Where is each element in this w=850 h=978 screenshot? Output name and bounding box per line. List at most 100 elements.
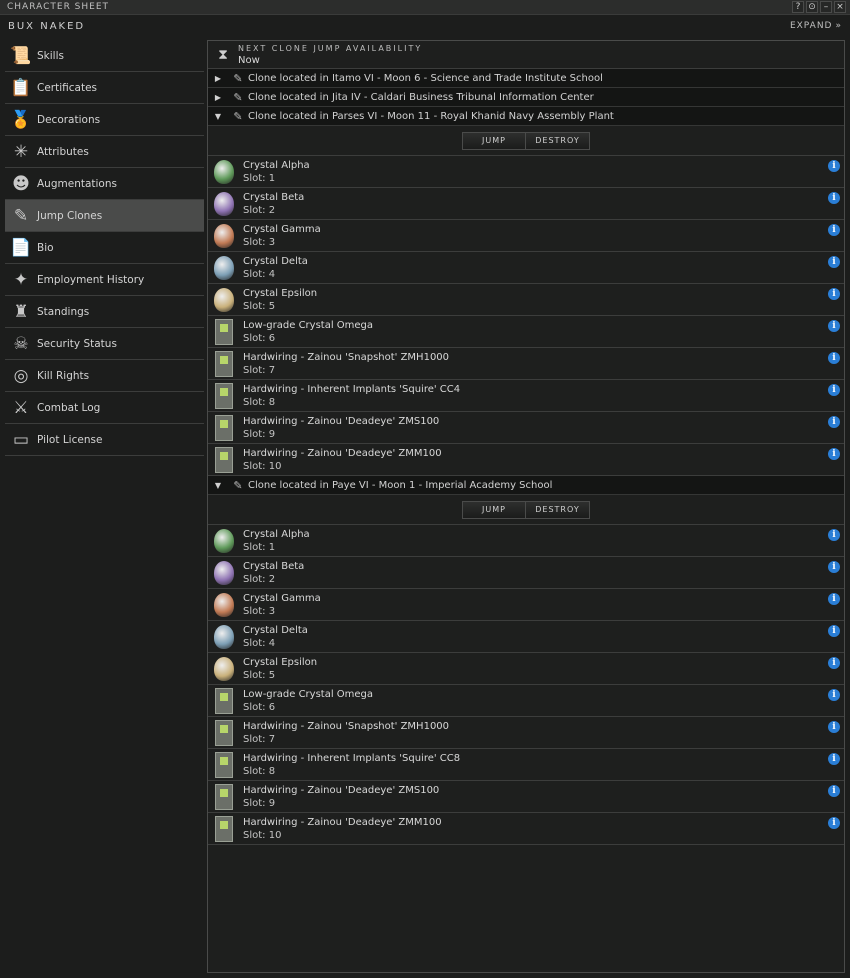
- sidebar-item-combat-log[interactable]: ⚔ Combat Log: [5, 392, 204, 424]
- sidebar-item-label: Augmentations: [37, 177, 117, 190]
- sidebar-item-label: Jump Clones: [37, 209, 103, 222]
- implant-row: Hardwiring - Inherent Implants 'Squire' …: [208, 749, 844, 781]
- sidebar-item-employment-history[interactable]: ✦ Employment History: [5, 264, 204, 296]
- destroy-button[interactable]: DESTROY: [526, 131, 590, 150]
- info-icon[interactable]: i: [828, 561, 840, 573]
- implant-text: Crystal Gamma Slot: 3: [243, 592, 321, 618]
- destroy-button[interactable]: DESTROY: [526, 500, 590, 519]
- info-icon[interactable]: i: [828, 448, 840, 460]
- implant-text: Hardwiring - Zainou 'Snapshot' ZMH1000 Sl…: [243, 720, 449, 746]
- info-icon[interactable]: i: [828, 657, 840, 669]
- info-icon[interactable]: i: [828, 224, 840, 236]
- info-icon[interactable]: i: [828, 160, 840, 172]
- skills-icon: 📜: [10, 45, 32, 66]
- implant-name: Hardwiring - Inherent Implants 'Squire' …: [243, 383, 461, 395]
- clone-actions: JUMP DESTROY: [208, 126, 844, 156]
- double-chevron-down-icon: »: [835, 21, 842, 31]
- implant-slot: Slot: 9: [243, 797, 276, 809]
- clone-group-header[interactable]: ▶ ✎ Clone located in Itamo VI - Moon 6 - S…: [208, 69, 844, 88]
- sidebar-item-pilot-license[interactable]: ▭ Pilot License: [5, 424, 204, 456]
- implant-slot: Slot: 4: [243, 268, 276, 280]
- sidebar-item-label: Certificates: [37, 81, 98, 94]
- sidebar-item-security-status[interactable]: ☠ Security Status: [5, 328, 204, 360]
- sidebar-item-jump-clones[interactable]: ✎ Jump Clones: [5, 200, 204, 232]
- info-icon[interactable]: i: [828, 384, 840, 396]
- info-icon[interactable]: i: [828, 593, 840, 605]
- implant-text: Crystal Delta Slot: 4: [243, 255, 308, 281]
- jump-button[interactable]: JUMP: [462, 131, 526, 150]
- expand-button[interactable]: EXPAND »: [790, 21, 850, 31]
- clone-group-header[interactable]: ▼ ✎ Clone located in Parses VI - Moon 11 -…: [208, 107, 844, 126]
- info-icon[interactable]: i: [828, 753, 840, 765]
- employment-history-icon: ✦: [13, 269, 29, 290]
- info-icon[interactable]: i: [828, 689, 840, 701]
- clone-group-header[interactable]: ▼ ✎ Clone located in Paye VI - Moon 1 - Im…: [208, 476, 844, 495]
- help-button[interactable]: ?: [792, 1, 804, 13]
- clone-location-label: Clone located in Paye VI - Moon 1 - Impe…: [248, 479, 553, 491]
- info-icon[interactable]: i: [828, 817, 840, 829]
- sidebar-item-augmentations[interactable]: ☻ Augmentations: [5, 168, 204, 200]
- implant-text: Crystal Gamma Slot: 3: [243, 223, 321, 249]
- sidebar-item-standings[interactable]: ♜ Standings: [5, 296, 204, 328]
- sidebar-item-label: Standings: [37, 305, 90, 318]
- info-icon[interactable]: i: [828, 785, 840, 797]
- info-icon[interactable]: i: [828, 192, 840, 204]
- sidebar-item-decorations[interactable]: 🏅 Decorations: [5, 104, 204, 136]
- info-icon[interactable]: i: [828, 256, 840, 268]
- jump-button[interactable]: JUMP: [462, 500, 526, 519]
- implant-slot: Slot: 3: [243, 605, 276, 617]
- implant-slot: Slot: 8: [243, 396, 276, 408]
- implant-head-icon: [213, 560, 235, 586]
- implant-name: Crystal Beta: [243, 560, 305, 572]
- implant-row: Hardwiring - Zainou 'Deadeye' ZMM100 Slot…: [208, 813, 844, 845]
- standings-icon: ♜: [13, 301, 29, 322]
- implant-row: Hardwiring - Zainou 'Snapshot' ZMH1000 Sl…: [208, 717, 844, 749]
- implant-name: Crystal Epsilon: [243, 287, 318, 299]
- implant-chip-icon: [213, 687, 235, 714]
- sidebar-item-bio[interactable]: 📄 Bio: [5, 232, 204, 264]
- sidebar-item-label: Employment History: [37, 273, 145, 286]
- info-icon[interactable]: i: [828, 288, 840, 300]
- implant-row: Crystal Gamma Slot: 3 i: [208, 220, 844, 252]
- implant-text: Low-grade Crystal Omega Slot: 6: [243, 319, 373, 345]
- implant-row: Crystal Delta Slot: 4 i: [208, 252, 844, 284]
- info-icon[interactable]: i: [828, 320, 840, 332]
- implant-slot: Slot: 4: [243, 637, 276, 649]
- close-button[interactable]: ×: [834, 1, 846, 13]
- info-icon[interactable]: i: [828, 721, 840, 733]
- implant-row: Low-grade Crystal Omega Slot: 6 i: [208, 685, 844, 717]
- kill-rights-icon: ◎: [13, 365, 29, 386]
- implant-name: Crystal Beta: [243, 191, 305, 203]
- implant-head-icon: [213, 287, 235, 313]
- character-bar: BUX NAKED EXPAND »: [0, 16, 850, 36]
- implant-row: Hardwiring - Zainou 'Deadeye' ZMS100 Slot…: [208, 412, 844, 444]
- caret-down-icon: ▼: [214, 480, 222, 490]
- minimize-button[interactable]: –: [820, 1, 832, 13]
- implant-chip-icon: [213, 414, 235, 441]
- implant-text: Hardwiring - Zainou 'Snapshot' ZMH1000 Sl…: [243, 351, 449, 377]
- sidebar-item-skills[interactable]: 📜 Skills: [5, 40, 204, 72]
- implant-name: Low-grade Crystal Omega: [243, 319, 374, 331]
- implant-text: Crystal Epsilon Slot: 5: [243, 656, 317, 682]
- sidebar-item-attributes[interactable]: ✳ Attributes: [5, 136, 204, 168]
- implant-slot: Slot: 10: [243, 460, 282, 472]
- clone-group-header[interactable]: ▶ ✎ Clone located in Jita IV - Caldari Bus…: [208, 88, 844, 107]
- hourglass-icon: ⧗: [218, 46, 228, 63]
- implant-row: Crystal Alpha Slot: 1 i: [208, 156, 844, 188]
- clone-icon: ✎: [233, 478, 243, 492]
- implant-text: Hardwiring - Inherent Implants 'Squire' …: [243, 383, 460, 409]
- info-icon[interactable]: i: [828, 416, 840, 428]
- implant-head-icon: [213, 223, 235, 249]
- implant-slot: Slot: 9: [243, 428, 276, 440]
- attributes-icon: ✳: [13, 141, 29, 162]
- caret-right-icon: ▶: [214, 92, 222, 102]
- implant-name: Crystal Alpha: [243, 159, 310, 171]
- settings-button[interactable]: ⊙: [806, 1, 818, 13]
- clone-icon: ✎: [233, 71, 243, 85]
- sidebar-item-certificates[interactable]: 📋 Certificates: [5, 72, 204, 104]
- info-icon[interactable]: i: [828, 625, 840, 637]
- info-icon[interactable]: i: [828, 352, 840, 364]
- implant-head-icon: [213, 528, 235, 554]
- info-icon[interactable]: i: [828, 529, 840, 541]
- sidebar-item-kill-rights[interactable]: ◎ Kill Rights: [5, 360, 204, 392]
